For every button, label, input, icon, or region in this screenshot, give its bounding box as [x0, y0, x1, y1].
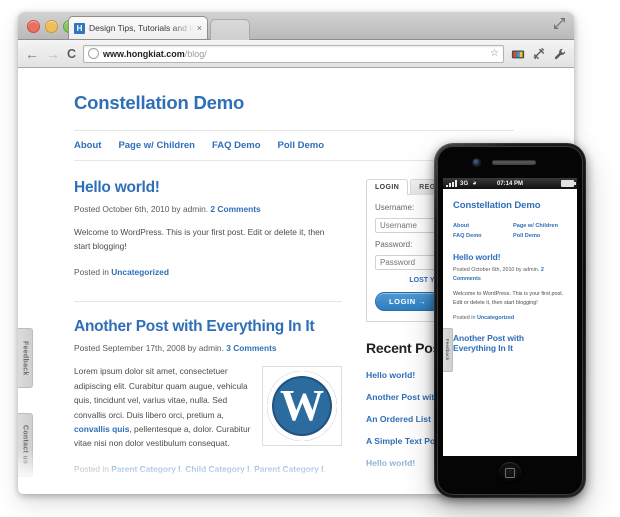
- nav-item-page-w-children[interactable]: Page w/ Children: [118, 140, 195, 151]
- fullscreen-icon[interactable]: [553, 17, 566, 30]
- login-submit-button[interactable]: LOGIN →: [375, 292, 441, 311]
- tag-link[interactable]: tag2: [189, 478, 206, 488]
- mobile-nav-item-about[interactable]: About: [453, 223, 507, 229]
- mobile-feedback-tab[interactable]: Feedback: [443, 328, 453, 372]
- mobile-nav-item-poll-demo[interactable]: Poll Demo: [513, 233, 567, 239]
- ssl-icon: [88, 48, 100, 59]
- mobile-post-meta: Posted October 6th, 2010 by admin. 2 Com…: [453, 266, 567, 283]
- post-body-part-1: Lorem ipsum dolor sit amet, consectetuer…: [74, 366, 248, 420]
- tag-link[interactable]: tag5: [211, 478, 228, 488]
- wordpress-w-glyph: W: [280, 381, 324, 431]
- posted-in-label: Posted in: [74, 463, 112, 474]
- post-title[interactable]: Another Post with Everything In It: [74, 318, 342, 336]
- star-icon[interactable]: ☆: [490, 48, 499, 59]
- post-thumbnail: W: [262, 366, 342, 447]
- main-content: Hello world! Posted October 6th, 2010 by…: [74, 179, 342, 494]
- iphone-status-bar: 3G ◕ 07:14 PM: [443, 178, 577, 189]
- battery-icon: [561, 179, 576, 188]
- mobile-post-title[interactable]: Hello world!: [453, 252, 567, 262]
- url-host: www.hongkiat.com: [103, 48, 185, 59]
- mobile-nav: About Page w/ Children FAQ Demo Poll Dem…: [453, 223, 567, 239]
- category-link[interactable]: Parent Category I: [254, 464, 323, 474]
- mobile-category-link[interactable]: Uncategorized: [477, 315, 514, 321]
- address-bar[interactable]: www.hongkiat.com/blog/ ☆: [83, 44, 504, 63]
- earpiece-speaker: [492, 160, 536, 165]
- iphone-body: 3G ◕ 07:14 PM Constellation Demo About P…: [437, 146, 583, 495]
- posted-in-label: Posted in: [74, 266, 112, 277]
- front-camera-icon: [473, 159, 480, 166]
- post-body: Welcome to WordPress. This is your first…: [74, 227, 325, 252]
- post-meta-text: Posted October 6th, 2010 by admin.: [74, 204, 209, 214]
- nav-item-faq-demo[interactable]: FAQ Demo: [212, 140, 261, 151]
- post-title[interactable]: Hello world!: [74, 179, 342, 197]
- home-button[interactable]: [499, 462, 521, 484]
- mobile-post-footer: Posted in Uncategorized: [453, 315, 567, 321]
- post-comments-link[interactable]: 3 Comments: [226, 343, 276, 353]
- minimize-window-button[interactable]: [45, 20, 58, 33]
- mobile-page: Constellation Demo About Page w/ Childre…: [443, 189, 577, 353]
- back-icon[interactable]: ←: [25, 47, 39, 61]
- inline-link[interactable]: convallis quis: [74, 424, 129, 434]
- mobile-post-title[interactable]: Another Post with Everything In It: [453, 333, 567, 353]
- mobile-meta-text: Posted October 6th, 2010 by admin.: [453, 267, 540, 273]
- status-bar-clock: 07:14 PM: [496, 180, 523, 187]
- category-link[interactable]: Uncategorized: [111, 267, 169, 277]
- post-comments-link[interactable]: 2 Comments: [210, 204, 260, 214]
- post-footer: Posted in Parent Category I, Child Categ…: [74, 463, 326, 489]
- mobile-site-title: Constellation Demo: [453, 200, 541, 211]
- post-meta: Posted October 6th, 2010 by admin. 2 Com…: [74, 204, 342, 214]
- nav-item-poll-demo[interactable]: Poll Demo: [278, 140, 324, 151]
- home-button-square-icon: [505, 468, 515, 478]
- close-tab-icon[interactable]: ×: [197, 23, 202, 33]
- browser-tab[interactable]: H Design Tips, Tutorials and In ×: [68, 16, 208, 39]
- browser-toolbar: ← → C www.hongkiat.com/blog/ ☆: [18, 40, 574, 68]
- category-link[interactable]: Parent Category II: [74, 478, 146, 488]
- reload-icon[interactable]: C: [67, 47, 76, 61]
- iphone-device: 3G ◕ 07:14 PM Constellation Demo About P…: [434, 143, 586, 498]
- contact-us-tab[interactable]: Contact us: [18, 413, 33, 477]
- forward-icon[interactable]: →: [46, 47, 60, 61]
- post-meta-text: Posted September 17th, 2008 by admin.: [74, 343, 224, 354]
- camera-extension-icon[interactable]: [511, 47, 525, 61]
- screenshot-stage: H Design Tips, Tutorials and In × ← → C …: [0, 0, 620, 517]
- category-link[interactable]: Parent Category I: [111, 464, 180, 474]
- mobile-nav-item-faq-demo[interactable]: FAQ Demo: [453, 233, 507, 239]
- mobile-posted-in-label: Posted in: [453, 315, 477, 322]
- post-meta: Posted September 17th, 2008 by admin. 3 …: [74, 343, 342, 353]
- image-frame: W: [262, 366, 342, 447]
- post-footer: Posted in Uncategorized: [74, 265, 342, 279]
- wrench-menu-icon[interactable]: [553, 47, 567, 61]
- tab-login[interactable]: LOGIN: [366, 179, 409, 195]
- recent-post-link[interactable]: Hello world!: [366, 458, 415, 468]
- plugin-icon[interactable]: [532, 47, 546, 61]
- close-window-button[interactable]: [27, 20, 40, 33]
- wordpress-logo-icon: W: [267, 371, 337, 442]
- iphone-screen: 3G ◕ 07:14 PM Constellation Demo About P…: [443, 178, 577, 456]
- browser-titlebar: H Design Tips, Tutorials and In ×: [18, 12, 574, 40]
- recent-post-link[interactable]: Hello world!: [366, 370, 415, 380]
- tag-link[interactable]: tag6: [233, 478, 250, 488]
- tagged-as-label: Tagged as: [145, 478, 189, 489]
- site-title: Constellation Demo: [74, 92, 245, 113]
- recent-post-link[interactable]: A Simple Text Post: [366, 436, 443, 446]
- new-tab-button[interactable]: [210, 19, 250, 40]
- url-path: /blog/: [184, 48, 207, 59]
- url-text: www.hongkiat.com/blog/: [103, 49, 207, 59]
- post-hello-world: Hello world! Posted October 6th, 2010 by…: [74, 179, 342, 279]
- post-another-post: Another Post with Everything In It Poste…: [74, 318, 342, 490]
- nav-item-about[interactable]: About: [74, 140, 101, 151]
- feedback-tab[interactable]: Feedback: [18, 328, 33, 388]
- mobile-post-body: Welcome to WordPress. This is your first…: [453, 291, 564, 307]
- category-link[interactable]: Child Category I: [185, 464, 249, 474]
- browser-tab-title: Design Tips, Tutorials and In: [89, 23, 194, 33]
- favicon-icon: H: [74, 22, 85, 34]
- post-divider: [74, 301, 342, 303]
- mobile-nav-item-page-w-children[interactable]: Page w/ Children: [513, 223, 567, 229]
